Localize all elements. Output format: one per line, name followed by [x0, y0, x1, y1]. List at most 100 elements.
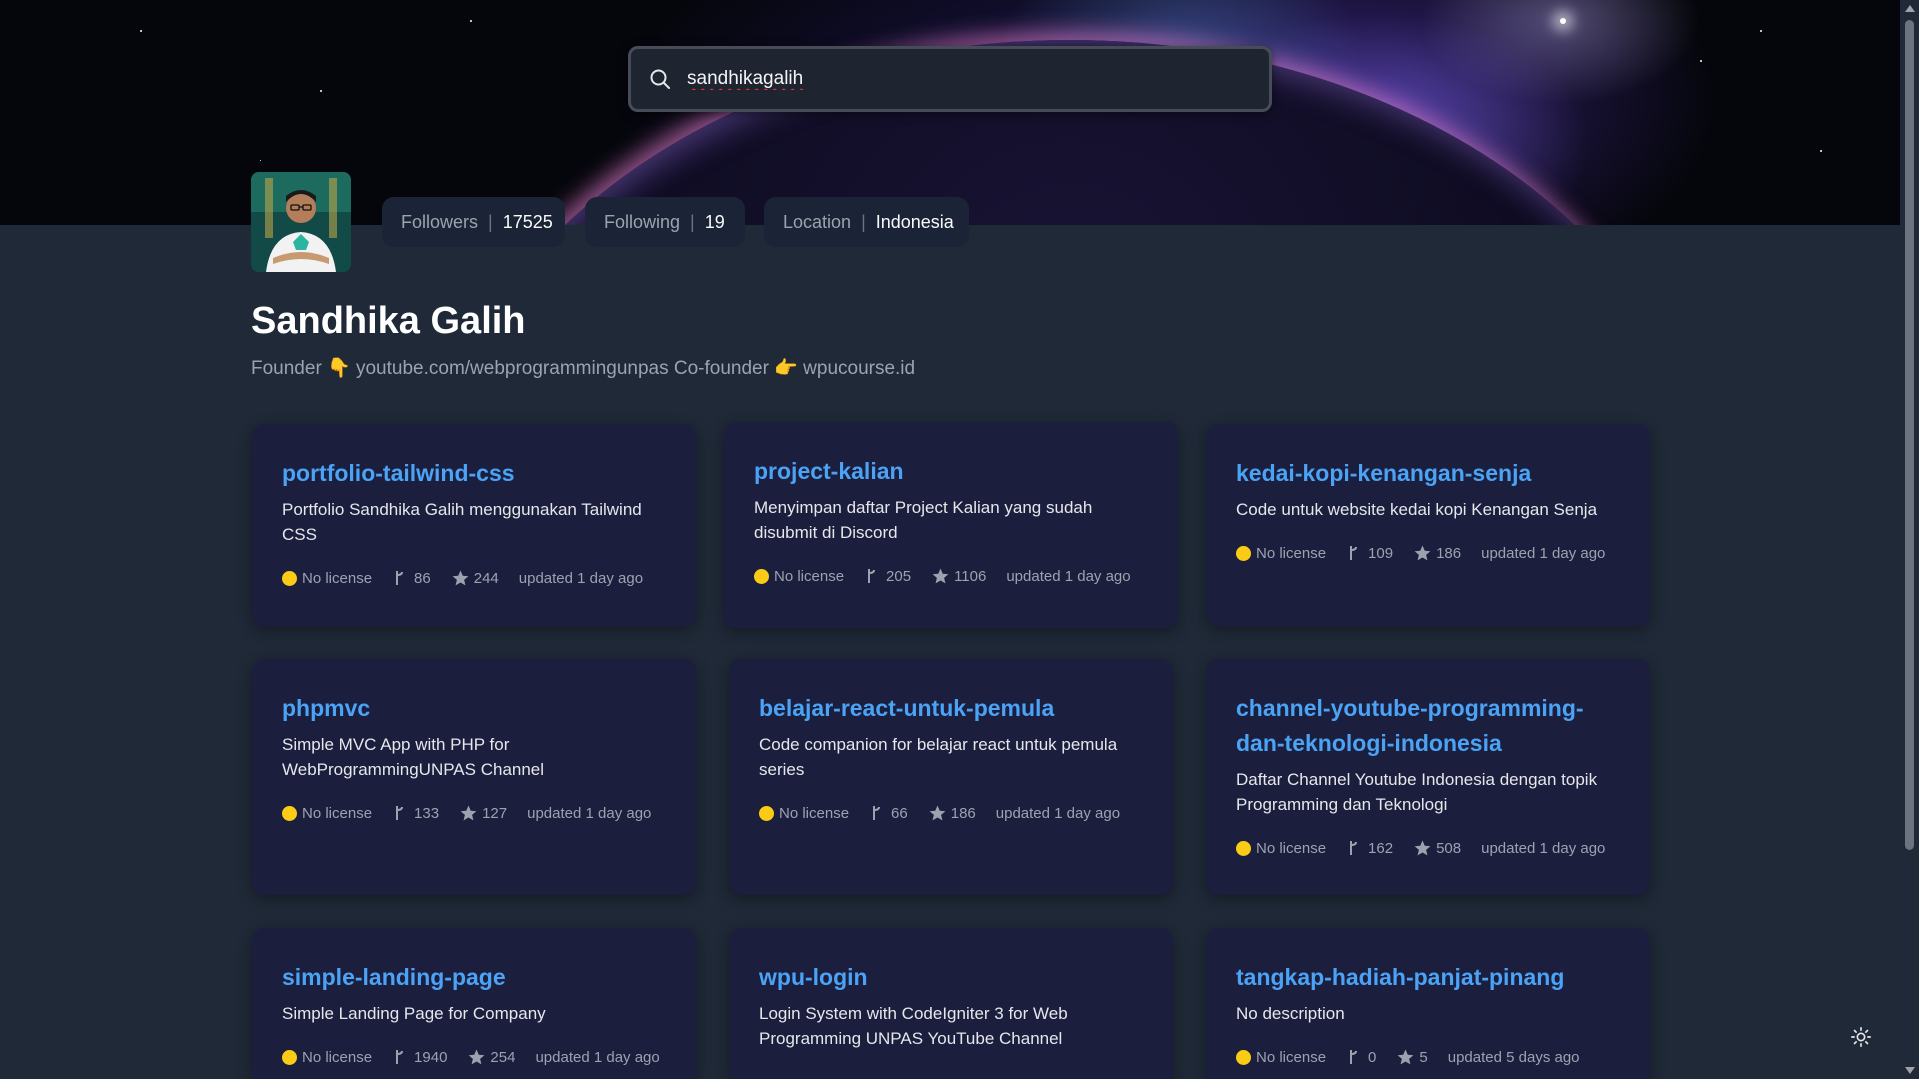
star-icon [1413, 839, 1432, 857]
updated-text: updated 1 day ago [1481, 544, 1606, 562]
license-dot [1236, 840, 1251, 856]
repo-card[interactable]: portfolio-tailwind-css Portfolio Sandhik… [252, 424, 696, 626]
theme-toggle-button[interactable] [1846, 1024, 1876, 1054]
repo-meta: No license 0 5 updated 5 days ago [1236, 1048, 1620, 1066]
repo-title[interactable]: belajar-react-untuk-pemula [759, 691, 1143, 726]
profile-name: Sandhika Galih [251, 300, 526, 342]
search-bar[interactable] [628, 46, 1272, 112]
repo-description: Simple Landing Page for Company [282, 1004, 546, 1023]
fork-icon [394, 1049, 404, 1065]
repo-card[interactable]: kedai-kopi-kenangan-senja Code untuk web… [1206, 424, 1650, 626]
profile-bio: Founder 👇 youtube.com/webprogrammingunpa… [251, 358, 916, 379]
license-label: No license [302, 1048, 373, 1066]
license-dot [754, 568, 769, 584]
license-label: No license [302, 569, 373, 587]
license-dot [1236, 1049, 1251, 1065]
repo-title[interactable]: tangkap-hadiah-panjat-pinang [1236, 960, 1620, 995]
license-dot [282, 1049, 297, 1065]
repo-card[interactable]: project-kalian Menyimpan daftar Project … [724, 422, 1178, 628]
fork-count: 162 [1368, 839, 1394, 857]
scrollbar-thumb[interactable] [1905, 20, 1914, 850]
fork-count: 66 [891, 804, 908, 822]
license-label: No license [302, 804, 373, 822]
star-icon [931, 567, 950, 585]
star-count: 5 [1419, 1048, 1428, 1066]
star-count: 1106 [954, 567, 987, 585]
star-count: 186 [1436, 544, 1462, 562]
repo-title[interactable]: project-kalian [754, 454, 1148, 489]
license-dot [759, 805, 774, 821]
fork-icon [1348, 545, 1358, 561]
repo-description: No description [1236, 1004, 1345, 1023]
repo-description: Menyimpan daftar Project Kalian yang sud… [754, 498, 1093, 542]
fork-icon [1348, 840, 1358, 856]
sun-icon [1850, 1026, 1872, 1053]
repo-description: Login System with CodeIgniter 3 for Web … [759, 1004, 1068, 1048]
updated-text: updated 1 day ago [995, 804, 1121, 822]
updated-text: updated 1 day ago [527, 804, 652, 822]
updated-text: updated 1 day ago [518, 569, 644, 587]
repo-title[interactable]: channel-youtube-programming-dan-teknolog… [1236, 691, 1620, 761]
repo-title[interactable]: phpmvc [282, 691, 666, 726]
license-label: No license [1256, 544, 1327, 562]
repo-meta: No license 162 508 updated 1 day ago [1236, 839, 1620, 857]
avatar [251, 172, 351, 272]
repo-title[interactable]: simple-landing-page [282, 960, 666, 995]
repo-description: Code companion for belajar react untuk p… [759, 735, 1118, 779]
star-count: 508 [1436, 839, 1462, 857]
updated-text: updated 1 day ago [1006, 567, 1131, 585]
location-stat: Location | Indonesia [764, 197, 969, 247]
updated-text: updated 5 days ago [1447, 1048, 1580, 1066]
updated-text: updated 1 day ago [1481, 839, 1606, 857]
repo-title[interactable]: wpu-login [759, 960, 1143, 995]
repo-meta: No license 133 127 updated 1 day ago [282, 804, 666, 822]
star-count: 127 [482, 804, 508, 822]
license-label: No license [779, 804, 850, 822]
repo-meta: No license 86 244 updated 1 day ago [282, 569, 666, 587]
star-count: 186 [950, 804, 976, 822]
fork-icon [1348, 1049, 1358, 1065]
fork-count: 0 [1368, 1048, 1377, 1066]
search-icon [647, 66, 673, 92]
repo-card[interactable]: channel-youtube-programming-dan-teknolog… [1206, 659, 1650, 895]
repo-description: Code untuk website kedai kopi Kenangan S… [1236, 500, 1598, 519]
repo-card[interactable]: simple-landing-page Simple Landing Page … [252, 928, 696, 1079]
fork-count: 133 [414, 804, 440, 822]
fork-icon [871, 805, 881, 821]
license-label: No license [1256, 1048, 1327, 1066]
repo-card[interactable]: belajar-react-untuk-pemula Code companio… [729, 659, 1173, 895]
scroll-up-arrow[interactable] [1905, 5, 1915, 12]
scroll-down-arrow[interactable] [1905, 1067, 1915, 1074]
fork-count: 1940 [414, 1048, 448, 1066]
repo-description: Daftar Channel Youtube Indonesia dengan … [1236, 770, 1598, 814]
repo-card[interactable]: tangkap-hadiah-panjat-pinang No descript… [1206, 928, 1650, 1079]
repo-title[interactable]: portfolio-tailwind-css [282, 456, 666, 491]
fork-count: 86 [414, 569, 431, 587]
fork-icon [394, 805, 404, 821]
repo-card[interactable]: wpu-login Login System with CodeIgniter … [729, 928, 1173, 1079]
license-dot [282, 805, 297, 821]
repo-description: Simple MVC App with PHP for WebProgrammi… [282, 735, 545, 779]
star-icon [467, 1048, 486, 1066]
star-icon [459, 804, 478, 822]
license-label: No license [1256, 839, 1327, 857]
search-input[interactable] [685, 67, 1249, 91]
star-count: 244 [473, 569, 499, 587]
repo-meta: No license 66 186 updated 1 day ago [759, 804, 1143, 822]
fork-count: 205 [886, 567, 912, 585]
fork-count: 109 [1368, 544, 1394, 562]
repo-card[interactable]: phpmvc Simple MVC App with PHP for WebPr… [252, 659, 696, 895]
star-icon [1413, 544, 1432, 562]
license-dot [1236, 545, 1251, 561]
fork-icon [394, 570, 404, 586]
license-dot [282, 570, 297, 586]
repo-title[interactable]: kedai-kopi-kenangan-senja [1236, 456, 1620, 491]
following-stat: Following | 19 [585, 197, 745, 247]
license-label: No license [774, 567, 845, 585]
scrollbar[interactable] [1900, 0, 1919, 1079]
followers-stat: Followers | 17525 [382, 197, 565, 247]
repo-meta: No license 205 1106 updated 1 day ago [754, 567, 1148, 585]
star-icon [1396, 1048, 1415, 1066]
repo-meta: No license 109 186 updated 1 day ago [1236, 544, 1620, 562]
repo-description: Portfolio Sandhika Galih menggunakan Tai… [282, 500, 642, 544]
